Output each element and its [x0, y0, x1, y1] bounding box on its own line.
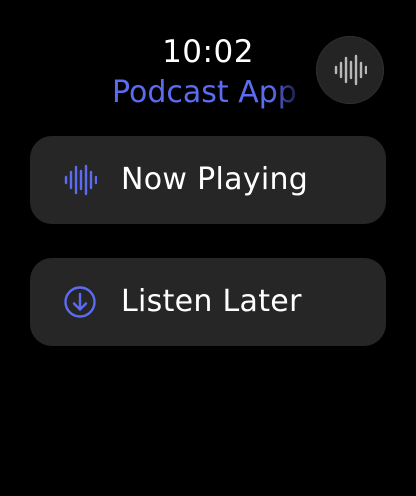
- voice-button[interactable]: [316, 36, 384, 104]
- waveform-icon: [63, 163, 97, 197]
- menu-item-now-playing[interactable]: Now Playing: [30, 136, 386, 224]
- menu-item-label: Now Playing: [121, 162, 309, 197]
- waveform-icon: [333, 53, 367, 87]
- menu-item-listen-later[interactable]: Listen Later: [30, 258, 386, 346]
- menu-item-label: Listen Later: [121, 284, 302, 319]
- download-circle-icon: [63, 285, 97, 319]
- app-title: Podcast App: [112, 75, 297, 110]
